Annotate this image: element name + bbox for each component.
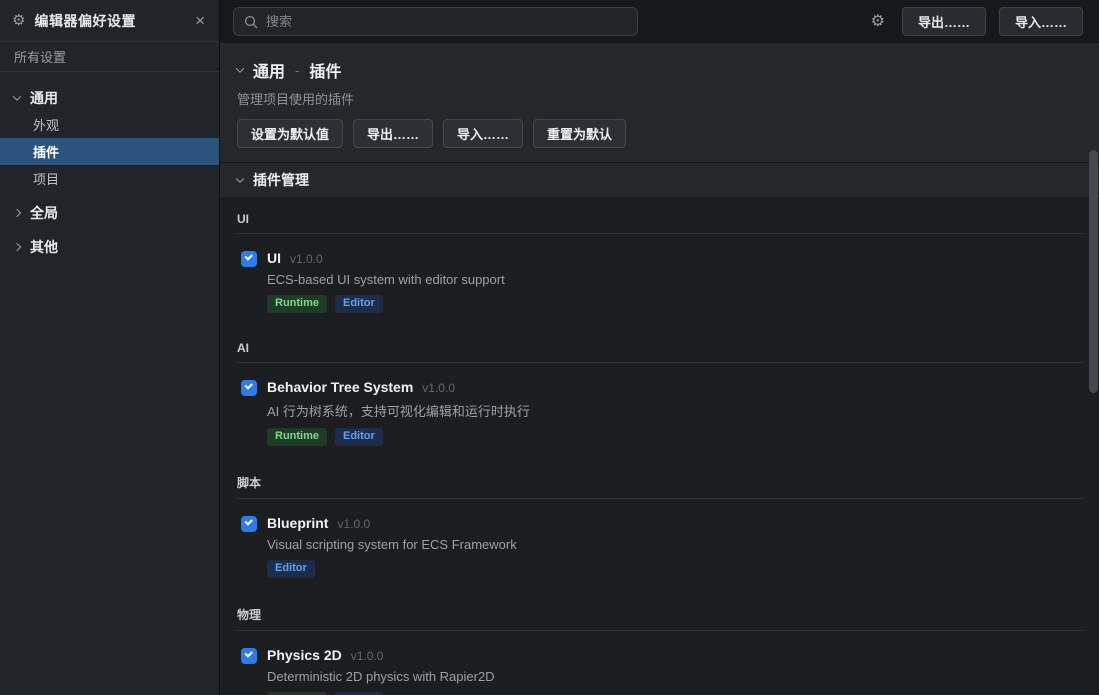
search-input[interactable] [266,14,627,29]
main-panel: ⚙ 导出…… 导入…… 通用 - 插件 管理项目使用的插件 设置为默认值 导出…… [220,0,1099,695]
gear-icon: ⚙ [12,13,25,28]
plugin-version: v1.0.0 [351,649,384,663]
plugin-version: v1.0.0 [337,517,370,531]
search-box[interactable] [233,7,638,36]
plugin-category: 脚本 Blueprint v1.0.0 Visual scripting system… [237,474,1083,578]
plugin-description: ECS-based UI system with editor support [267,272,505,287]
plugin-name-row: Behavior Tree System v1.0.0 [267,379,530,395]
breadcrumb-parent: 通用 [253,58,285,82]
plugin-description: Deterministic 2D physics with Rapier2D [267,669,495,684]
plugin-name: Physics 2D [267,647,342,663]
plugin-name-row: Blueprint v1.0.0 [267,515,517,531]
tree-group-other[interactable]: 其他 [0,233,219,260]
check-icon [244,252,252,260]
plugin-name: Behavior Tree System [267,379,413,395]
badge-runtime: Runtime [267,295,327,313]
tree-group-label: 其他 [30,237,58,257]
check-icon [244,517,252,525]
export-button[interactable]: 导出…… [353,119,433,148]
sidebar-item-plugins[interactable]: 插件 [0,138,219,165]
badge-editor: Editor [267,560,315,578]
plugin-enabled-checkbox[interactable] [241,516,257,532]
plugin-category: UI UI v1.0.0 ECS-based UI system with edito… [237,212,1083,313]
plugin-item: UI v1.0.0 ECS-based UI system with editor … [237,250,1083,313]
plugin-body: Behavior Tree System v1.0.0 AI 行为树系统，支持可视化… [267,379,530,446]
plugin-name-row: Physics 2D v1.0.0 [267,647,495,663]
set-default-button[interactable]: 设置为默认值 [237,119,343,148]
breadcrumb[interactable]: 通用 - 插件 [237,58,1083,82]
plugin-badges: Runtime Editor [267,295,505,313]
plugin-category: AI Behavior Tree System v1.0.0 AI 行为树系统，支持可… [237,341,1083,446]
plugin-category-label: AI [237,341,1083,363]
plugin-item: Physics 2D v1.0.0 Deterministic 2D physics… [237,647,1083,695]
tree-group-global[interactable]: 全局 [0,199,219,226]
export-button-topbar[interactable]: 导出…… [902,7,986,36]
chevron-down-icon [13,92,21,100]
plugin-body: UI v1.0.0 ECS-based UI system with editor … [267,250,505,313]
plugin-category-label: 物理 [237,606,1083,631]
sidebar-item-appearance[interactable]: 外观 [0,111,219,138]
window-title: 编辑器偏好设置 [34,11,184,31]
page-header: 通用 - 插件 管理项目使用的插件 设置为默认值 导出…… 导入…… 重置为默认 [220,43,1099,162]
plugin-item: Behavior Tree System v1.0.0 AI 行为树系统，支持可视化… [237,379,1083,446]
search-icon [244,15,258,29]
import-button[interactable]: 导入…… [443,119,523,148]
tree-group-label: 全局 [30,203,58,223]
scrollbar-thumb[interactable] [1089,150,1098,393]
plugin-category: 物理 Physics 2D v1.0.0 Deterministic 2D physi… [237,606,1083,695]
plugin-badges: Runtime Editor [267,428,530,446]
badge-editor: Editor [335,428,383,446]
tree-group-label: 通用 [30,88,58,108]
check-icon [244,381,252,389]
header-actions: 设置为默认值 导出…… 导入…… 重置为默认 [237,119,1083,148]
plugin-description: Visual scripting system for ECS Framewor… [267,537,517,552]
breadcrumb-current: 插件 [309,58,341,82]
topbar: ⚙ 导出…… 导入…… [220,0,1099,43]
sidebar-item-project[interactable]: 项目 [0,165,219,192]
chevron-down-icon [236,174,244,182]
import-button-topbar[interactable]: 导入…… [999,7,1083,36]
tree-group-general[interactable]: 通用 [0,84,219,111]
reset-default-button[interactable]: 重置为默认 [533,119,626,148]
plugin-item: Blueprint v1.0.0 Visual scripting system f… [237,515,1083,578]
badge-editor: Editor [335,295,383,313]
plugin-body: Blueprint v1.0.0 Visual scripting system f… [267,515,517,578]
chevron-right-icon [13,208,21,216]
check-icon [244,649,252,657]
plugin-badges: Editor [267,560,517,578]
plugin-version: v1.0.0 [290,252,323,266]
plugin-category-label: UI [237,212,1083,234]
plugin-name: Blueprint [267,515,328,531]
plugin-enabled-checkbox[interactable] [241,380,257,396]
settings-gear-icon[interactable]: ⚙ [867,12,889,32]
plugin-management-section-header[interactable]: 插件管理 [220,162,1099,197]
plugin-name: UI [267,250,281,266]
breadcrumb-separator: - [295,63,299,78]
sidebar: ⚙ 编辑器偏好设置 × 所有设置 通用 外观 插件 项目 全局 其他 [0,0,220,695]
plugin-description: AI 行为树系统，支持可视化编辑和运行时执行 [267,401,530,420]
plugin-version: v1.0.0 [422,381,455,395]
section-title: 插件管理 [253,170,309,190]
sidebar-header: ⚙ 编辑器偏好设置 × [0,0,219,42]
editor-preferences-window: ⚙ 编辑器偏好设置 × 所有设置 通用 外观 插件 项目 全局 其他 [0,0,1099,695]
plugin-name-row: UI v1.0.0 [267,250,505,266]
plugin-body: Physics 2D v1.0.0 Deterministic 2D physics… [267,647,495,695]
plugin-list: UI UI v1.0.0 ECS-based UI system with edito… [220,197,1099,695]
plugin-enabled-checkbox[interactable] [241,251,257,267]
close-icon[interactable]: × [193,12,207,29]
page-description: 管理项目使用的插件 [237,89,1083,108]
plugin-enabled-checkbox[interactable] [241,648,257,664]
chevron-right-icon [13,242,21,250]
chevron-down-icon [236,64,244,72]
settings-tree: 通用 外观 插件 项目 全局 其他 [0,72,219,260]
sidebar-item-all-settings[interactable]: 所有设置 [0,42,219,72]
plugin-category-label: 脚本 [237,474,1083,499]
badge-runtime: Runtime [267,428,327,446]
